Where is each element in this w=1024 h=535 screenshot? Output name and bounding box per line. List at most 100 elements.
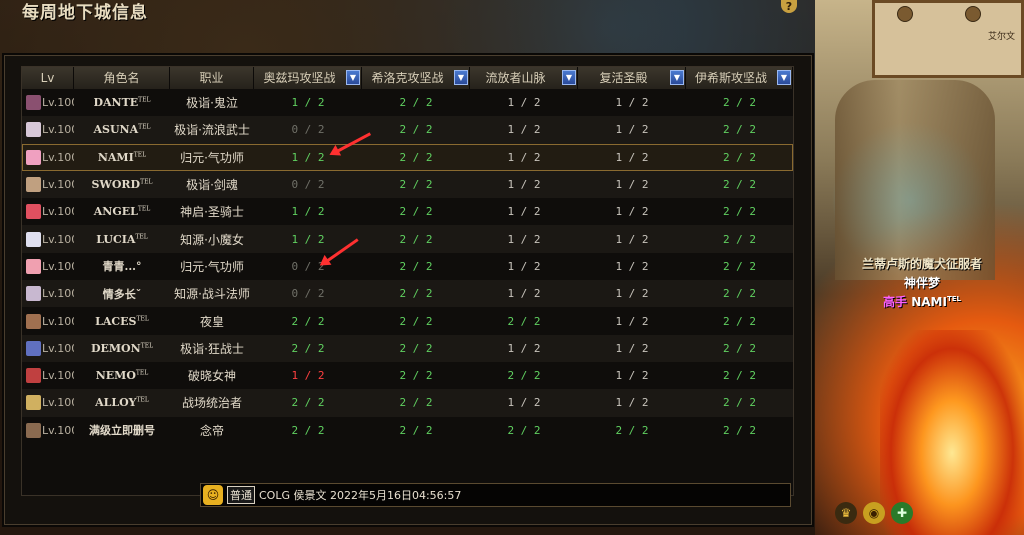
header-d2[interactable]: 希洛克攻坚战 ▼ <box>362 67 470 89</box>
coin-icon[interactable]: ◉ <box>863 502 885 524</box>
character-name-cell: 情多长ˇ <box>74 286 170 302</box>
job-cell: 夜皇 <box>199 314 224 329</box>
header-d2-label: 希洛克攻坚战 <box>371 71 444 85</box>
dungeon-2-count: 2 / 2 <box>399 423 433 437</box>
job-cell: 极诣·剑魂 <box>186 178 238 193</box>
table-row[interactable]: Lv.100 DEMONTEL 极诣·狂战士 2 / 2 2 / 2 1 / 2… <box>22 334 793 362</box>
dungeon-1-count: 0 / 2 <box>291 259 325 273</box>
header-job[interactable]: 职业 <box>170 67 254 89</box>
job-cell: 极诣·流浪武士 <box>174 123 250 138</box>
dungeon-2-count: 2 / 2 <box>399 178 433 192</box>
table-row[interactable]: Lv.100 青青...° 归元·气功师 0 / 2 2 / 2 1 / 2 1… <box>22 253 793 280</box>
dungeon-3-count: 2 / 2 <box>507 369 541 383</box>
dungeon-5-count: 2 / 2 <box>722 205 757 219</box>
character-name: 高手 NAMITEL <box>820 293 1024 310</box>
character-avatar-icon <box>26 122 41 138</box>
character-name: ANGEL <box>93 205 138 219</box>
dungeon-1-count: 1 / 2 <box>291 369 325 383</box>
header-d1[interactable]: 奥兹玛攻坚战 ▼ <box>254 67 362 89</box>
table-row[interactable]: Lv.100 ANGELTEL 神启·圣骑士 1 / 2 2 / 2 1 / 2… <box>22 198 793 225</box>
character-avatar-icon <box>26 204 41 220</box>
dungeon-4-count: 1 / 2 <box>615 150 649 164</box>
character-guild: 神伴梦 <box>903 276 940 290</box>
dungeon-5-count: 2 / 2 <box>722 123 757 137</box>
dungeon-1-count: 2 / 2 <box>291 396 325 410</box>
table-row[interactable]: Lv.100 DANTETEL 极诣·鬼泣 1 / 2 2 / 2 1 / 2 … <box>22 89 793 116</box>
character-tag: TEL <box>133 151 147 159</box>
dungeon-3-count: 1 / 2 <box>507 150 541 164</box>
header-d5[interactable]: 伊希斯攻坚战 ▼ <box>686 67 793 89</box>
header-d3[interactable]: 流放者山脉 ▼ <box>470 67 578 89</box>
dropdown-arrow-icon[interactable]: ▼ <box>670 70 684 85</box>
table-row[interactable]: Lv.100 LACESTEL 夜皇 2 / 2 2 / 2 2 / 2 1 /… <box>22 307 793 334</box>
dungeon-4-count: 1 / 2 <box>615 96 649 110</box>
header-d4-label: 复活圣殿 <box>599 71 648 85</box>
header-d3-label: 流放者山脉 <box>485 71 546 85</box>
header-d4[interactable]: 复活圣殿 ▼ <box>578 67 686 89</box>
character-name-cell: LACESTEL <box>74 315 170 328</box>
dungeon-5-count: 2 / 2 <box>722 341 757 355</box>
dropdown-arrow-icon[interactable]: ▼ <box>562 70 576 85</box>
job-cell: 破晓女神 <box>187 369 236 384</box>
character-tag: TEL <box>140 342 154 350</box>
job-cell: 归元·气功师 <box>180 150 244 165</box>
character-name: DEMON <box>90 341 141 355</box>
level-text: Lv.100 <box>42 423 74 437</box>
dungeon-2-count: 2 / 2 <box>399 314 433 328</box>
character-name-cell: LUCIATEL <box>74 233 170 246</box>
dungeon-2-count: 2 / 2 <box>399 205 433 219</box>
table-row[interactable]: Lv.100 ASUNATEL 极诣·流浪武士 0 / 2 2 / 2 1 / … <box>22 116 793 144</box>
header-name[interactable]: 角色名 <box>74 67 170 89</box>
table-row[interactable]: Lv.100 NAMITEL 归元·气功师 1 / 2 2 / 2 1 / 2 … <box>22 143 793 171</box>
hud-icon-bar: ♛ ◉ ✚ <box>835 502 913 524</box>
character-name: NEMO <box>95 369 136 383</box>
dungeon-3-count: 1 / 2 <box>507 259 541 273</box>
target-icon[interactable]: ✚ <box>891 502 913 524</box>
dungeon-3-count: 1 / 2 <box>507 123 541 137</box>
character-avatar-icon <box>26 395 41 411</box>
dungeon-1-count: 0 / 2 <box>291 123 325 137</box>
level-text: Lv.100 <box>42 287 74 301</box>
chat-channel[interactable]: 普通 <box>227 486 255 504</box>
crown-icon[interactable]: ♛ <box>835 502 857 524</box>
dropdown-arrow-icon[interactable]: ▼ <box>777 70 791 85</box>
character-tag: TEL <box>135 232 148 240</box>
dungeon-5-count: 2 / 2 <box>722 287 757 301</box>
dungeon-3-count: 1 / 2 <box>507 396 541 410</box>
table-row[interactable]: Lv.100 ALLOYTEL 战场统治者 2 / 2 2 / 2 1 / 2 … <box>22 389 793 417</box>
dungeon-3-count: 1 / 2 <box>507 232 541 246</box>
dropdown-arrow-icon[interactable]: ▼ <box>454 70 468 85</box>
chat-text: COLG 侯景文 2022年5月16日04:56:57 <box>259 489 462 502</box>
minimap-area-label: 艾尔文 <box>987 32 1015 42</box>
level-text: Lv.100 <box>42 232 74 246</box>
job-cell: 归元·气功师 <box>180 259 244 274</box>
character-avatar-icon <box>26 231 41 247</box>
table-row[interactable]: Lv.100 满级立即删号 念帝 2 / 2 2 / 2 2 / 2 2 / 2… <box>22 417 793 444</box>
level-text: Lv.100 <box>42 178 74 192</box>
character-avatar-icon <box>26 177 41 193</box>
level-cell: Lv.100 <box>22 395 74 411</box>
dungeon-2-count: 2 / 2 <box>399 341 433 355</box>
level-text: Lv.100 <box>42 341 74 355</box>
dungeon-2-count: 2 / 2 <box>399 396 433 410</box>
table-row[interactable]: Lv.100 情多长ˇ 知源·战斗法师 0 / 2 2 / 2 1 / 2 1 … <box>22 280 793 308</box>
character-avatar-icon <box>26 286 41 302</box>
table-header: Lv 角色名 职业 奥兹玛攻坚战 ▼ 希洛克攻坚战 ▼ 流放者山脉 ▼ 复活圣殿… <box>22 67 793 89</box>
level-cell: Lv.100 <box>22 149 74 165</box>
chat-bar[interactable]: ☺ 普通 COLG 侯景文 2022年5月16日04:56:57 <box>200 483 791 507</box>
dungeon-2-count: 2 / 2 <box>399 369 433 383</box>
dungeon-4-count: 1 / 2 <box>615 314 649 328</box>
header-lv[interactable]: Lv <box>22 67 74 89</box>
table-row[interactable]: Lv.100 NEMOTEL 破晓女神 1 / 2 2 / 2 2 / 2 1 … <box>22 362 793 389</box>
minimap[interactable]: 艾尔文 <box>872 0 1024 78</box>
dungeon-1-count: 0 / 2 <box>291 287 325 301</box>
dungeon-5-count: 2 / 2 <box>722 178 757 192</box>
dropdown-arrow-icon[interactable]: ▼ <box>346 70 360 85</box>
character-name: NAMI <box>97 150 134 164</box>
level-cell: Lv.100 <box>22 258 74 274</box>
chat-emoji-icon[interactable]: ☺ <box>203 485 223 505</box>
table-row[interactable]: Lv.100 LUCIATEL 知源·小魔女 1 / 2 2 / 2 1 / 2… <box>22 225 793 253</box>
character-name-text: NAMI <box>911 295 947 309</box>
table-row[interactable]: Lv.100 SWORDTEL 极诣·剑魂 0 / 2 2 / 2 1 / 2 … <box>22 170 793 199</box>
dungeon-3-count: 1 / 2 <box>507 178 541 192</box>
